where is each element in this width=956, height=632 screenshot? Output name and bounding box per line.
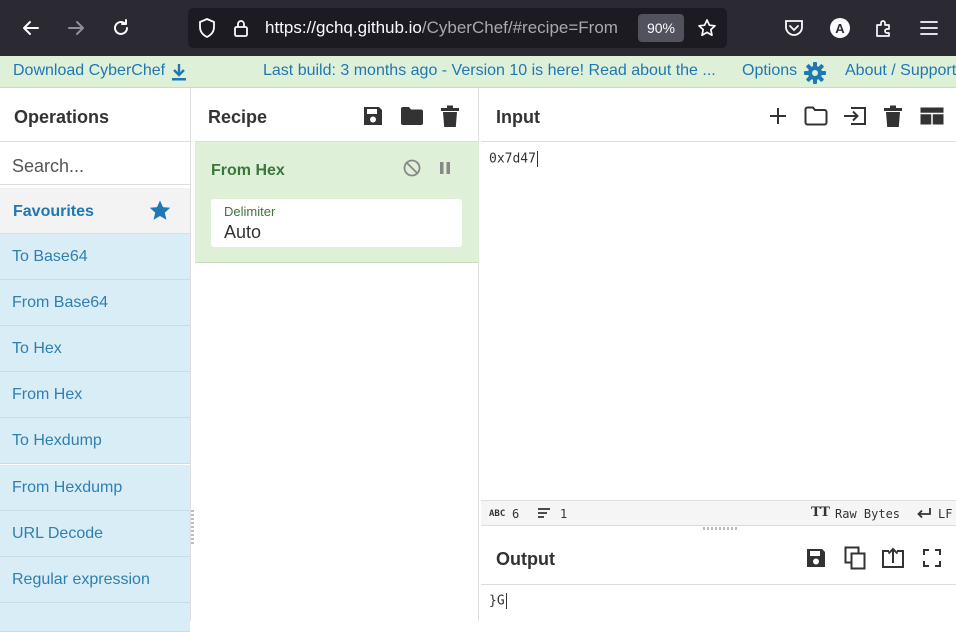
download-icon[interactable] [170, 63, 188, 81]
output-text: }G [489, 593, 505, 609]
operations-panel: Operations Search... Favourites To Base6… [0, 88, 191, 632]
input-text: 0x7d47 [489, 151, 536, 167]
menu-hamburger-icon[interactable] [915, 14, 943, 42]
input-title: Input [496, 107, 540, 127]
delimiter-label: Delimiter [224, 204, 276, 219]
operation-item[interactable]: To Hex [0, 326, 190, 372]
recipe-header: Recipe [195, 88, 479, 142]
output-caret [505, 593, 507, 609]
input-textarea[interactable]: 0x7d47 [489, 151, 538, 167]
text-encoding-icon[interactable]: TT [811, 505, 830, 520]
save-recipe-icon[interactable] [361, 104, 385, 128]
bookmark-star-icon[interactable] [696, 17, 718, 39]
browser-toolbar: https://gchq.github.io/CyberChef/#recipe… [0, 0, 956, 56]
forward-icon[interactable] [61, 13, 91, 43]
star-icon[interactable] [148, 199, 172, 223]
clear-recipe-trash-icon[interactable] [438, 103, 462, 129]
delimiter-select[interactable]: Delimiter Auto [211, 199, 462, 247]
eol-selector[interactable]: LF [938, 507, 952, 521]
save-output-icon[interactable] [804, 546, 828, 570]
load-recipe-folder-icon[interactable] [399, 104, 425, 128]
zoom-level-button[interactable]: 90% [638, 14, 684, 42]
io-splitter[interactable] [703, 527, 739, 530]
char-count: 6 [512, 507, 520, 521]
pocket-icon[interactable] [780, 14, 808, 42]
breakpoint-pause-icon[interactable] [435, 158, 455, 178]
text-caret [536, 151, 538, 167]
favourites-category[interactable]: Favourites [0, 188, 190, 234]
url-bar[interactable]: https://gchq.github.io/CyberChef/#recipe… [188, 8, 727, 48]
favourites-label: Favourites [13, 203, 94, 220]
output-title: Output [496, 549, 555, 569]
url-text[interactable]: https://gchq.github.io/CyberChef/#recipe… [265, 18, 627, 38]
reload-icon[interactable] [106, 13, 136, 43]
operation-item[interactable]: From Hex [0, 372, 190, 418]
column-splitter[interactable] [191, 510, 194, 546]
operations-search-input[interactable]: Search... [0, 141, 190, 185]
operation-item[interactable]: To Hexdump [0, 418, 190, 464]
end-of-line-icon[interactable] [915, 506, 933, 520]
char-count-icon: ABC [489, 509, 506, 519]
line-count: 1 [560, 507, 568, 521]
open-file-input-icon[interactable] [841, 104, 869, 128]
open-folder-icon[interactable] [803, 104, 829, 128]
about-support-link[interactable]: About / Support [845, 62, 956, 80]
recipe-operation-name: From Hex [211, 162, 285, 179]
maximise-output-icon[interactable] [920, 547, 944, 569]
output-header: Output [481, 531, 956, 585]
operation-item[interactable]: From Hexdump [0, 465, 190, 511]
gear-icon[interactable] [803, 61, 827, 85]
line-count-icon [536, 506, 552, 520]
top-banner: Download CyberChef Last build: 3 months … [0, 56, 956, 88]
clear-input-trash-icon[interactable] [881, 103, 905, 129]
shield-icon[interactable] [197, 18, 217, 38]
output-textarea[interactable]: }G [489, 593, 507, 609]
operation-item[interactable]: URL Decode [0, 511, 190, 557]
io-panel: Input 0x7d47 ABC 6 1 TT Raw Bytes LF Out… [481, 88, 956, 621]
disable-operation-icon[interactable] [402, 158, 422, 178]
recipe-operation-from-hex[interactable]: From Hex Delimiter Auto [195, 142, 479, 263]
operations-title: Operations [14, 107, 110, 127]
build-notice-link[interactable]: Last build: 3 months ago - Version 10 is… [263, 62, 716, 80]
url-host: https://gchq.github.io [265, 18, 422, 37]
avatar-initial: A [830, 18, 850, 38]
operation-item[interactable]: From Base64 [0, 280, 190, 326]
recipe-panel: Recipe From Hex Delimiter Auto [195, 88, 479, 621]
encoding-selector[interactable]: Raw Bytes [835, 507, 900, 521]
operation-item[interactable]: To Base64 [0, 234, 190, 280]
replace-input-with-output-icon[interactable] [880, 546, 906, 570]
extensions-icon[interactable] [870, 14, 898, 42]
operation-item-partial[interactable] [0, 603, 190, 632]
input-status-bar: ABC 6 1 TT Raw Bytes LF [481, 500, 956, 526]
account-avatar[interactable]: A [826, 14, 854, 42]
copy-output-icon[interactable] [842, 545, 868, 571]
options-link[interactable]: Options [742, 62, 797, 80]
url-path: /CyberChef/#recipe=From [421, 18, 618, 37]
recipe-title: Recipe [208, 107, 268, 127]
reset-layout-icon[interactable] [919, 105, 945, 127]
lock-icon[interactable] [231, 18, 251, 38]
delimiter-value: Auto [224, 222, 262, 242]
add-tab-plus-icon[interactable] [766, 104, 790, 128]
back-icon[interactable] [16, 13, 46, 43]
operation-item[interactable]: Regular expression [0, 557, 190, 603]
input-header: Input [481, 88, 956, 142]
download-link[interactable]: Download CyberChef [13, 62, 165, 80]
